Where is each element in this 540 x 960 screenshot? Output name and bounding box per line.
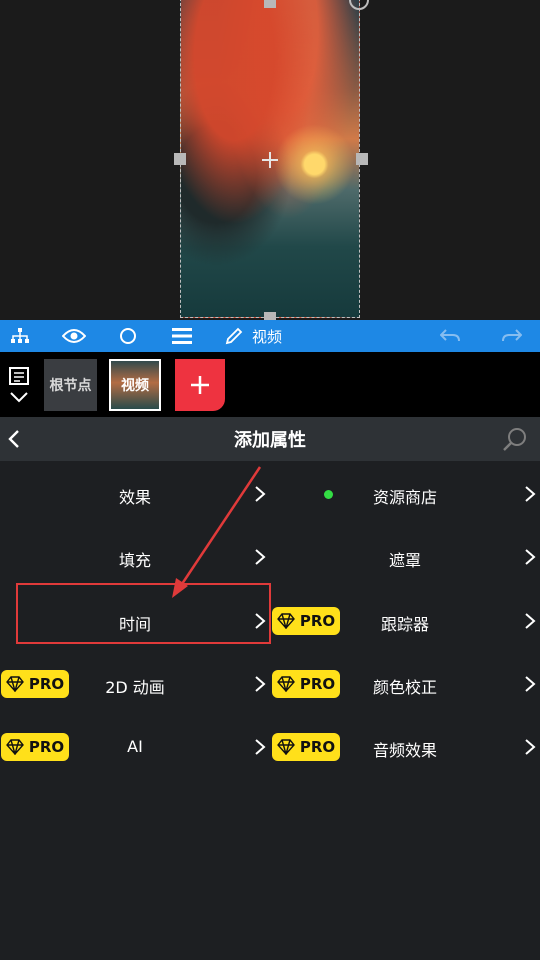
property-label: 2D 动画 — [105, 678, 165, 697]
diamond-icon — [276, 676, 295, 692]
resize-handle-right[interactable] — [356, 153, 368, 165]
chevron-right-icon — [255, 739, 266, 755]
eye-icon[interactable] — [58, 320, 90, 352]
add-layer-button[interactable] — [175, 359, 225, 411]
property-fill[interactable]: 填充 — [0, 537, 270, 577]
property-ai[interactable]: PRO AI — [0, 727, 270, 767]
property-color-correction[interactable]: PRO 颜色校正 — [270, 664, 540, 704]
new-indicator-dot — [324, 490, 333, 499]
pro-badge: PRO — [272, 670, 340, 698]
resize-handle-top[interactable] — [264, 0, 276, 8]
chevron-right-icon — [525, 676, 536, 692]
property-label: 填充 — [118, 551, 152, 570]
highlight-box — [16, 583, 271, 644]
selected-layer-label: 视频 — [252, 327, 283, 346]
chevron-right-icon — [255, 486, 266, 502]
property-effects[interactable]: 效果 — [0, 474, 270, 514]
pro-badge-label: PRO — [299, 738, 336, 756]
anchor-point-icon[interactable] — [262, 152, 278, 168]
undo-icon[interactable] — [434, 320, 466, 352]
chevron-right-icon — [525, 549, 536, 565]
pro-badge-label: PRO — [28, 738, 65, 756]
chevron-right-icon — [525, 613, 536, 629]
hierarchy-icon[interactable] — [4, 320, 36, 352]
layer-panel-toggle[interactable] — [6, 364, 32, 410]
root-node[interactable]: 根节点 — [44, 359, 97, 411]
property-label: 遮罩 — [388, 551, 422, 570]
video-layer-label: 视频 — [121, 378, 149, 394]
diamond-icon — [276, 613, 295, 629]
pro-badge-label: PRO — [28, 675, 65, 693]
resize-handle-bottom[interactable] — [264, 312, 276, 320]
chevron-right-icon — [255, 549, 266, 565]
top-toolbar: 视频 — [0, 320, 540, 352]
property-label: 颜色校正 — [372, 678, 438, 697]
video-layer-node[interactable]: 视频 — [109, 359, 161, 411]
chevron-right-icon — [525, 486, 536, 502]
pencil-icon[interactable] — [218, 320, 250, 352]
resize-handle-left[interactable] — [174, 153, 186, 165]
pro-badge: PRO — [1, 670, 69, 698]
chevron-right-icon — [525, 739, 536, 755]
property-label: 跟踪器 — [380, 615, 430, 634]
diamond-icon — [5, 676, 24, 692]
property-2d-animation[interactable]: PRO 2D 动画 — [0, 664, 270, 704]
diamond-icon — [5, 739, 24, 755]
panel-title: 添加属性 — [234, 430, 306, 451]
back-icon[interactable] — [4, 427, 26, 451]
search-icon[interactable] — [502, 426, 528, 452]
pro-badge-label: PRO — [299, 612, 336, 630]
pro-badge: PRO — [272, 733, 340, 761]
menu-icon[interactable] — [166, 320, 198, 352]
property-label: 资源商店 — [372, 488, 438, 507]
pro-badge: PRO — [272, 607, 340, 635]
layer-strip: 根节点 视频 — [0, 352, 540, 417]
preview-canvas[interactable] — [0, 0, 540, 320]
property-audio-effects[interactable]: PRO 音频效果 — [270, 727, 540, 767]
property-label: 效果 — [118, 488, 152, 507]
redo-icon[interactable] — [496, 320, 528, 352]
property-label: AI — [127, 737, 143, 756]
property-asset-store[interactable]: 资源商店 — [270, 474, 540, 514]
panel-header: 添加属性 — [0, 417, 540, 461]
chevron-right-icon — [255, 676, 266, 692]
property-label: 音频效果 — [372, 741, 438, 760]
property-tracker[interactable]: PRO 跟踪器 — [270, 601, 540, 641]
diamond-icon — [276, 739, 295, 755]
property-mask[interactable]: 遮罩 — [270, 537, 540, 577]
circle-icon[interactable] — [112, 320, 144, 352]
pro-badge-label: PRO — [299, 675, 336, 693]
pro-badge: PRO — [1, 733, 69, 761]
